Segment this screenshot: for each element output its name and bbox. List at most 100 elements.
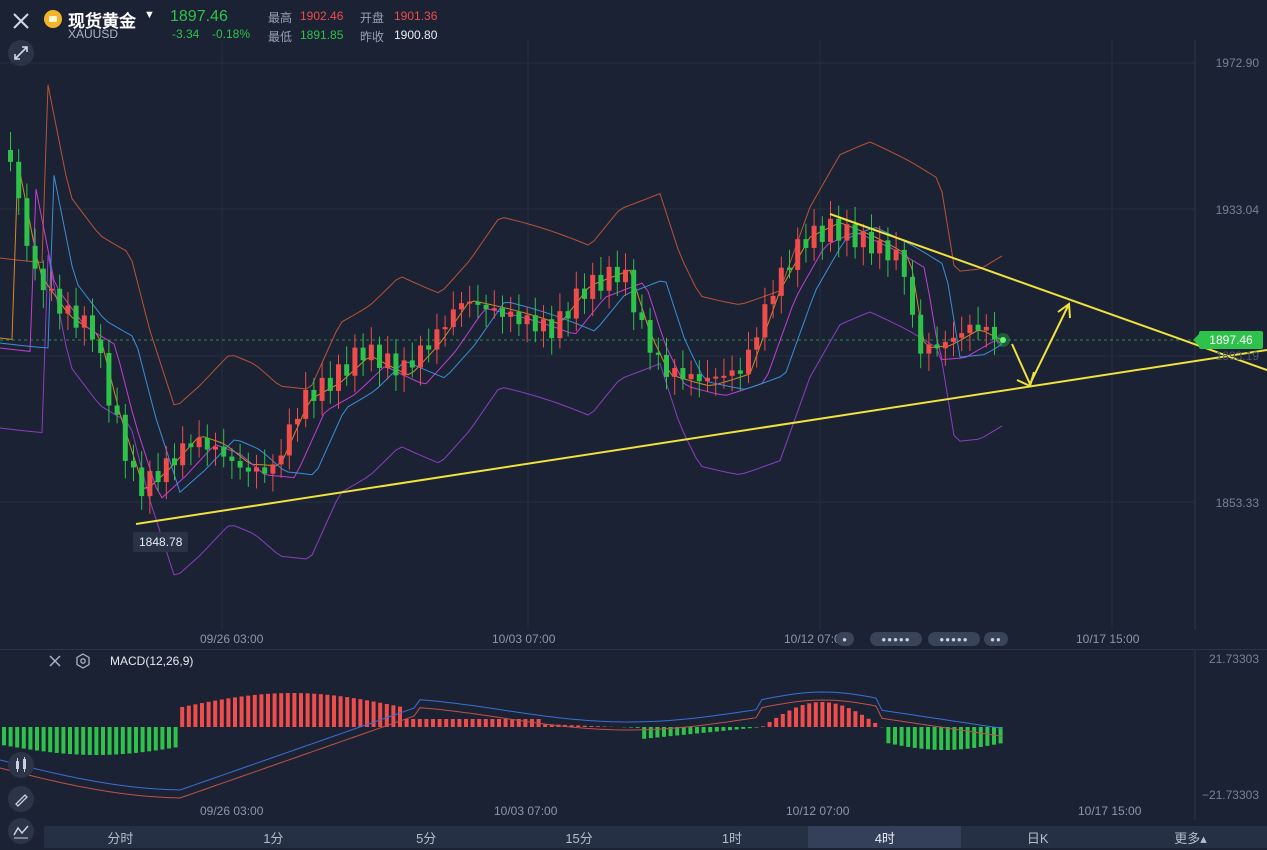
- macd-bar: [945, 727, 950, 750]
- candle: [705, 360, 710, 393]
- candle: [844, 209, 850, 257]
- tab-fenshi[interactable]: 分时: [44, 826, 197, 848]
- candle: [869, 214, 874, 265]
- candle: [573, 271, 579, 332]
- ma-slow: [0, 175, 1003, 494]
- candle: [295, 407, 300, 442]
- event-marker-group-3[interactable]: ●●: [984, 632, 1008, 646]
- candle: [532, 297, 538, 343]
- candle: [729, 355, 735, 392]
- macd-bar: [87, 727, 92, 755]
- macd-bar: [470, 719, 475, 727]
- candle: [319, 362, 325, 416]
- candle: [803, 223, 809, 263]
- tab-1m[interactable]: 1分: [197, 826, 350, 848]
- macd-bar: [384, 704, 389, 727]
- candle: [442, 315, 448, 347]
- macd-bar: [978, 727, 983, 747]
- macd-bar: [219, 699, 224, 727]
- tab-daily[interactable]: 日K: [961, 826, 1114, 848]
- macd-bar: [266, 693, 270, 727]
- macd-bar: [206, 701, 211, 727]
- macd-bar: [450, 719, 455, 727]
- candle: [606, 256, 612, 309]
- macd-x-tick-2: 10/03 07:00: [494, 804, 558, 818]
- candle: [385, 336, 391, 380]
- low-marker: 1848.78: [133, 532, 189, 552]
- tab-15m[interactable]: 15分: [503, 826, 656, 848]
- candle: [303, 371, 309, 428]
- macd-bar: [919, 727, 924, 749]
- candle: [401, 347, 407, 393]
- macd-bar: [153, 727, 158, 751]
- macd-bar: [932, 727, 937, 750]
- macd-bar: [200, 703, 204, 727]
- macd-bar: [252, 694, 257, 727]
- macd-bar: [424, 719, 429, 727]
- candle: [8, 132, 13, 172]
- macd-bar: [794, 707, 798, 727]
- macd-bar: [312, 693, 317, 727]
- event-marker[interactable]: ●: [836, 632, 854, 646]
- candle: [409, 342, 415, 378]
- pen-icon[interactable]: [8, 786, 34, 812]
- forecast-arrow: [1011, 302, 1071, 388]
- macd-bar: [589, 725, 594, 727]
- candle: [926, 332, 932, 371]
- macd-bar: [840, 705, 845, 727]
- macd-bar: [893, 727, 897, 745]
- candle: [188, 434, 194, 466]
- macd-bar: [48, 727, 53, 753]
- tab-more[interactable]: 更多▴: [1114, 826, 1267, 848]
- candle: [942, 330, 948, 366]
- macd-bar: [120, 727, 125, 755]
- macd-bar: [490, 719, 495, 727]
- macd-bar: [741, 727, 746, 729]
- macd-bar: [701, 727, 706, 733]
- macd-bar: [708, 727, 713, 733]
- macd-bar: [2, 727, 6, 746]
- macd-bar: [140, 727, 145, 753]
- candle: [524, 306, 530, 343]
- macd-bar: [820, 702, 825, 727]
- macd-bar: [167, 727, 171, 749]
- macd-bar: [358, 699, 363, 727]
- macd-bar: [635, 727, 640, 728]
- macd-chart[interactable]: [0, 650, 1267, 825]
- macd-bar: [688, 727, 693, 735]
- price-chart[interactable]: [0, 0, 1267, 650]
- indicator-icon[interactable]: [8, 818, 34, 844]
- macd-bar: [8, 727, 13, 747]
- macd-bar: [107, 727, 112, 755]
- macd-bar: [94, 727, 99, 755]
- candle: [204, 424, 210, 466]
- macd-bar: [61, 727, 66, 754]
- event-marker-group-2[interactable]: ●●●●●: [928, 632, 980, 646]
- candle: [647, 307, 653, 370]
- candle: [983, 314, 989, 348]
- macd-bar: [279, 693, 284, 727]
- macd-bar: [325, 694, 330, 727]
- candle: [352, 334, 358, 393]
- tab-1h[interactable]: 1时: [656, 826, 809, 848]
- candle: [336, 354, 341, 409]
- macd-bar: [365, 700, 369, 727]
- macd-bar: [714, 727, 719, 732]
- tab-4h[interactable]: 4时: [808, 826, 962, 848]
- candle-type-icon[interactable]: [8, 752, 34, 778]
- macd-bar: [41, 727, 46, 752]
- candle: [516, 294, 522, 337]
- tab-5m[interactable]: 5分: [350, 826, 503, 848]
- event-marker-group-1[interactable]: ●●●●●: [870, 632, 922, 646]
- candle: [98, 324, 104, 368]
- macd-bar: [351, 698, 356, 727]
- macd-bar: [754, 727, 759, 728]
- macd-bar: [912, 727, 917, 748]
- candle: [196, 420, 202, 458]
- candle: [155, 453, 161, 491]
- macd-bar: [596, 726, 600, 727]
- macd-bar: [233, 697, 237, 727]
- macd-bar: [318, 694, 323, 727]
- macd-bar: [101, 727, 105, 755]
- macd-bar: [510, 719, 515, 727]
